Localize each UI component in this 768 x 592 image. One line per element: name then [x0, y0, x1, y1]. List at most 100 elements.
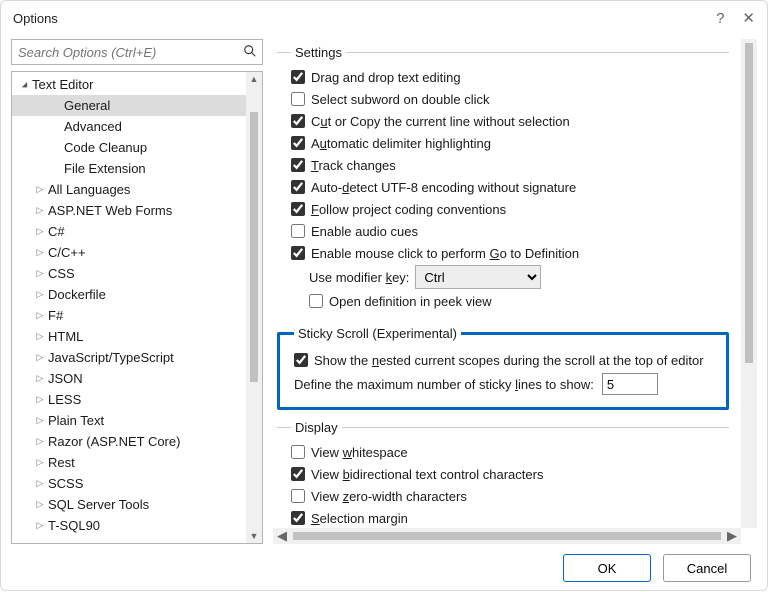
chk-bidi[interactable]: View bidirectional text control characte…: [291, 463, 719, 485]
chk-peek-view-box[interactable]: [309, 294, 323, 308]
tree-item[interactable]: SQL Server Tools: [12, 494, 262, 515]
tree-item[interactable]: JavaScript/TypeScript: [12, 347, 262, 368]
titlebar: Options ? ✕: [1, 1, 767, 35]
chk-peek-view[interactable]: Open definition in peek view: [309, 290, 719, 312]
chk-whitespace[interactable]: View whitespace: [291, 441, 719, 463]
chk-follow-conv-box[interactable]: [291, 202, 305, 216]
chevron-right-icon[interactable]: [34, 457, 46, 468]
chk-subword-box[interactable]: [291, 92, 305, 106]
tree-item[interactable]: Razor (ASP.NET Core): [12, 431, 262, 452]
tree-item[interactable]: Plain Text: [12, 410, 262, 431]
sticky-max-input[interactable]: [602, 373, 658, 395]
chk-sticky-show-box[interactable]: [294, 353, 308, 367]
chk-subword[interactable]: Select subword on double click: [291, 88, 719, 110]
chk-auto-delim-box[interactable]: [291, 136, 305, 150]
category-tree[interactable]: Text Editor General Advanced Code CleanupFi…: [11, 71, 263, 544]
scroll-down-icon[interactable]: ▼: [250, 529, 259, 543]
chk-cut-copy-box[interactable]: [291, 114, 305, 128]
chk-whitespace-box[interactable]: [291, 445, 305, 459]
chevron-right-icon[interactable]: [34, 352, 46, 363]
tree-item[interactable]: Code Cleanup: [12, 137, 262, 158]
chevron-right-icon[interactable]: [34, 478, 46, 489]
tree-item-label: ASP.NET Web Forms: [46, 203, 172, 218]
tree-item[interactable]: Rest: [12, 452, 262, 473]
tree-item[interactable]: C/C++: [12, 242, 262, 263]
chk-track-changes-box[interactable]: [291, 158, 305, 172]
tree-item[interactable]: T-SQL90: [12, 515, 262, 536]
tree-item[interactable]: General: [12, 95, 262, 116]
tree-item[interactable]: SCSS: [12, 473, 262, 494]
tree-item[interactable]: All Languages: [12, 179, 262, 200]
chk-drag-drop-box[interactable]: [291, 70, 305, 84]
help-icon[interactable]: ?: [716, 11, 724, 26]
chk-bidi-box[interactable]: [291, 467, 305, 481]
chk-utf8[interactable]: Auto-detect UTF-8 encoding without signa…: [291, 176, 719, 198]
tree-item[interactable]: Dockerfile: [12, 284, 262, 305]
chevron-right-icon[interactable]: [34, 436, 46, 447]
scroll-up-icon[interactable]: ▲: [250, 72, 259, 86]
tree-item-label: LESS: [46, 392, 81, 407]
group-display: Display View whitespace View bidirection…: [277, 420, 729, 528]
chk-selection-margin-box[interactable]: [291, 511, 305, 525]
tree-item[interactable]: C#: [12, 221, 262, 242]
group-settings-legend: Settings: [291, 45, 346, 60]
close-icon[interactable]: ✕: [742, 11, 755, 26]
panel-scrollbar-v[interactable]: [741, 39, 757, 528]
chk-selection-margin[interactable]: Selection margin: [291, 507, 719, 528]
tree-item[interactable]: JSON: [12, 368, 262, 389]
tree-item-label: SCSS: [46, 476, 83, 491]
chevron-right-icon[interactable]: [34, 499, 46, 510]
chevron-right-icon[interactable]: [34, 520, 46, 531]
search-icon: [243, 44, 257, 58]
chevron-right-icon[interactable]: [34, 226, 46, 237]
panel-scroll-thumb-h[interactable]: [293, 532, 721, 540]
chevron-right-icon[interactable]: [34, 205, 46, 216]
chevron-right-icon[interactable]: [34, 373, 46, 384]
tree-scroll-thumb[interactable]: [250, 112, 258, 382]
modifier-key-select[interactable]: Ctrl: [415, 265, 541, 289]
chk-zero-width[interactable]: View zero-width characters: [291, 485, 719, 507]
chk-auto-delim[interactable]: Automatic delimiter highlighting: [291, 132, 719, 154]
chk-zero-width-box[interactable]: [291, 489, 305, 503]
chevron-right-icon[interactable]: [34, 394, 46, 405]
scroll-right-icon[interactable]: ▶: [727, 528, 737, 544]
chevron-right-icon[interactable]: [34, 184, 46, 195]
chk-audio-cues[interactable]: Enable audio cues: [291, 220, 719, 242]
tree-item[interactable]: HTML: [12, 326, 262, 347]
chk-track-changes[interactable]: Track changes: [291, 154, 719, 176]
tree-item[interactable]: Advanced: [12, 116, 262, 137]
ok-button[interactable]: OK: [563, 554, 651, 582]
chk-follow-conv[interactable]: Follow project coding conventions: [291, 198, 719, 220]
chk-drag-drop[interactable]: Drag and drop text editing: [291, 66, 719, 88]
tree-item-label: Rest: [46, 455, 75, 470]
search-input[interactable]: [11, 39, 263, 65]
chevron-right-icon[interactable]: [34, 331, 46, 342]
tree-item-label: Advanced: [62, 119, 122, 134]
chk-goto-def[interactable]: Enable mouse click to perform Go to Defi…: [291, 242, 719, 264]
chk-audio-cues-box[interactable]: [291, 224, 305, 238]
chevron-down-icon[interactable]: [18, 79, 30, 90]
tree-item[interactable]: LESS: [12, 389, 262, 410]
chevron-right-icon[interactable]: [34, 415, 46, 426]
tree-item[interactable]: CSS: [12, 263, 262, 284]
chevron-right-icon[interactable]: [34, 289, 46, 300]
panel-scrollbar-h[interactable]: ◀ ▶: [273, 528, 741, 544]
tree-item[interactable]: F#: [12, 305, 262, 326]
tree-root-label: Text Editor: [30, 77, 93, 92]
tree-item[interactable]: ASP.NET Web Forms: [12, 200, 262, 221]
chk-sticky-show[interactable]: Show the nested current scopes during th…: [294, 349, 716, 371]
chevron-right-icon[interactable]: [34, 310, 46, 321]
chevron-right-icon[interactable]: [34, 268, 46, 279]
chk-cut-copy[interactable]: Cut or Copy the current line without sel…: [291, 110, 719, 132]
chevron-right-icon[interactable]: [34, 247, 46, 258]
tree-scrollbar[interactable]: ▲ ▼: [246, 72, 262, 543]
chk-goto-def-box[interactable]: [291, 246, 305, 260]
tree-item-label: Dockerfile: [46, 287, 106, 302]
scroll-left-icon[interactable]: ◀: [277, 528, 287, 544]
panel-scroll-thumb-v[interactable]: [745, 43, 753, 363]
cancel-button[interactable]: Cancel: [663, 554, 751, 582]
tree-item[interactable]: File Extension: [12, 158, 262, 179]
group-sticky-legend: Sticky Scroll (Experimental): [294, 326, 461, 341]
tree-root[interactable]: Text Editor: [12, 74, 262, 95]
chk-utf8-box[interactable]: [291, 180, 305, 194]
